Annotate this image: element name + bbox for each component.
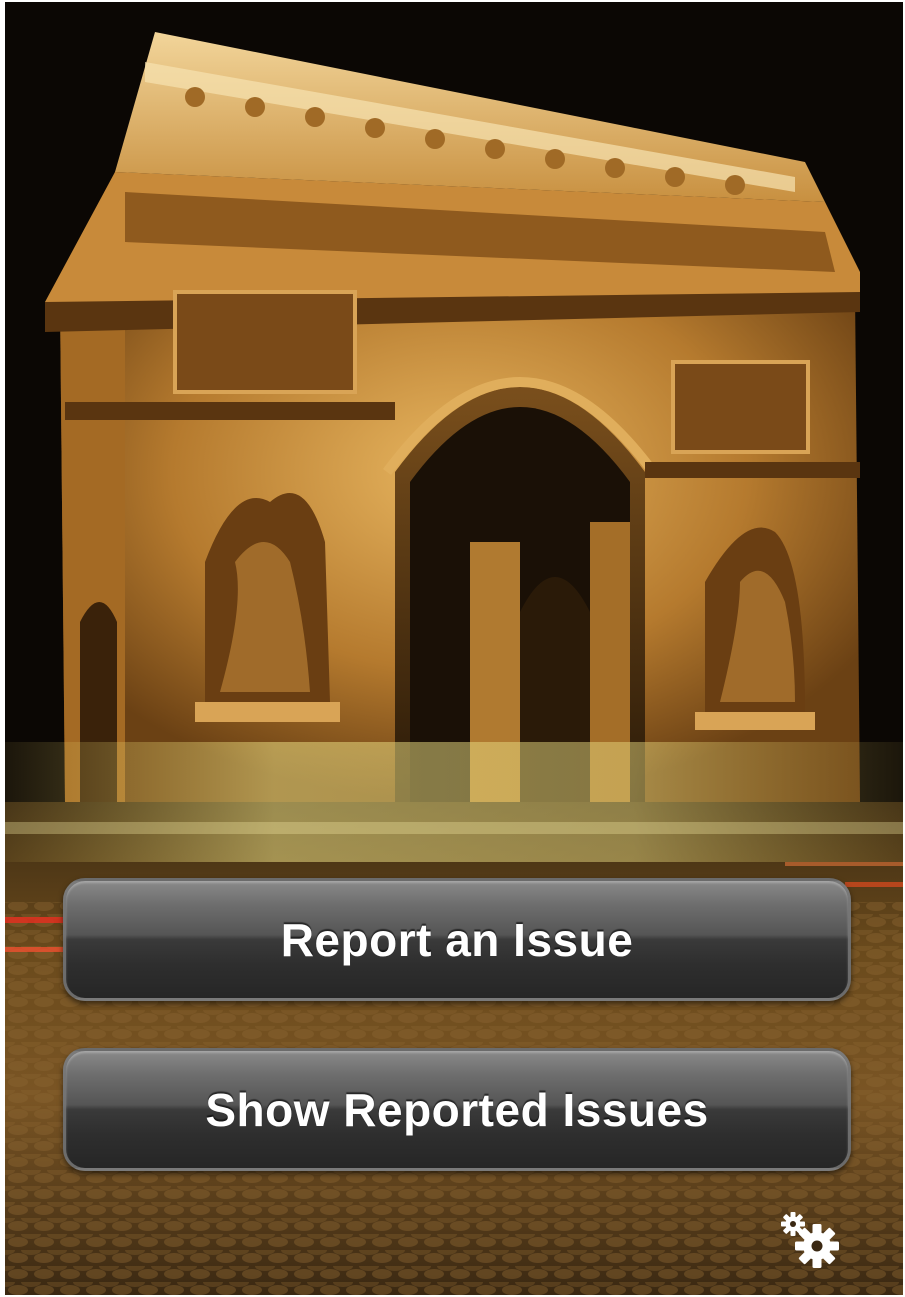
report-issue-label: Report an Issue [280,913,634,966]
report-issue-button[interactable]: Report an Issue [63,878,851,1001]
gear-icon[interactable] [779,1210,845,1272]
show-reported-issues-label: Show Reported Issues [205,1083,709,1136]
home-screen: Report an Issue Show Reported Issues [5,2,903,1295]
show-reported-issues-button[interactable]: Show Reported Issues [63,1048,851,1171]
